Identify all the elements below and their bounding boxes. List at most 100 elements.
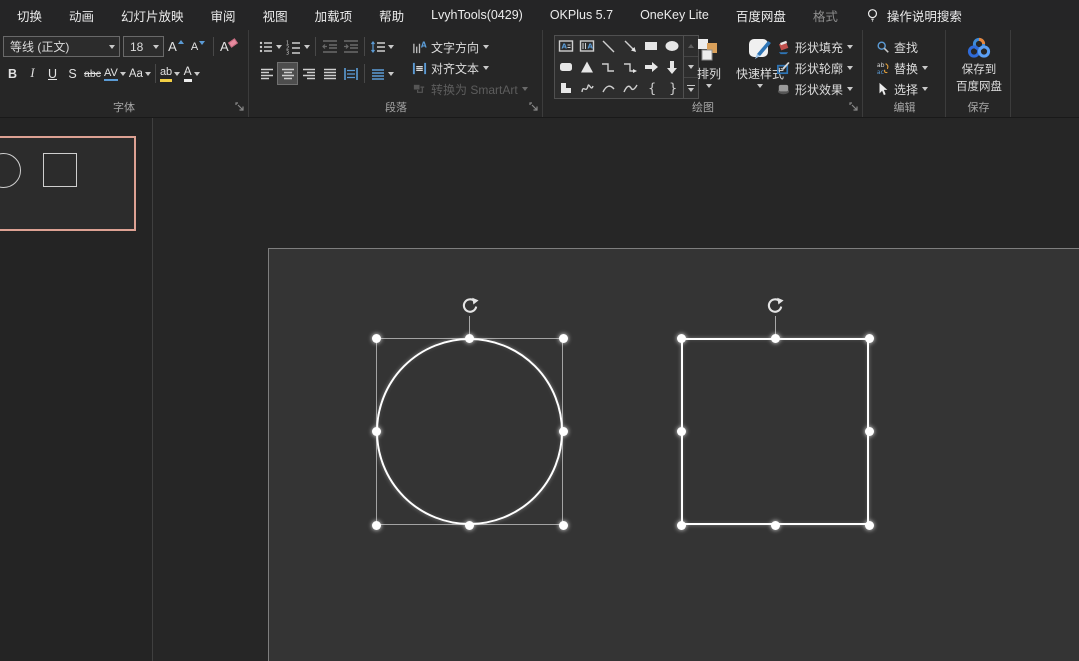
save-to-baidu-button[interactable]: 保存到 百度网盘 [951,36,1007,94]
oval-shape[interactable] [376,338,563,525]
gallery-shape-line[interactable] [598,36,619,57]
tab-slideshow[interactable]: 幻灯片放映 [121,6,184,25]
gallery-shape-triangle[interactable] [576,57,597,78]
align-right-button[interactable] [299,63,318,84]
gallery-shape-oval[interactable] [662,36,683,57]
bullets-button[interactable] [257,36,283,57]
resize-handle-se[interactable] [865,521,874,530]
font-size-combobox[interactable]: 18 [123,36,164,57]
shape-fill-button[interactable]: 形状填充 [776,37,853,57]
paragraph-dialog-launcher[interactable] [529,102,539,112]
replace-button[interactable]: ab ac 替换 [876,58,928,78]
editing-group: 查找 ab ac 替换 选择 [864,30,946,117]
shrink-font-button[interactable]: A [189,36,208,57]
text-highlight-color-button[interactable]: ab [159,63,181,84]
gallery-shape-vertical-text-box[interactable]: A [576,36,597,57]
tab-format[interactable]: 格式 [813,6,838,25]
italic-button[interactable]: I [23,63,42,84]
resize-handle-w[interactable] [372,427,381,436]
quick-styles-icon [746,37,774,63]
text-direction-button[interactable]: A 文字方向 [412,37,528,57]
editing-canvas[interactable] [154,118,1079,661]
underline-button[interactable]: U [43,63,62,84]
font-color-button[interactable]: A [182,63,201,84]
slide-canvas[interactable] [268,248,1079,661]
gallery-shape-arc[interactable] [598,77,619,98]
align-left-button[interactable] [257,63,276,84]
drawing-dialog-launcher[interactable] [849,102,859,112]
resize-handle-nw[interactable] [677,334,686,343]
gallery-shape-right-arrow[interactable] [640,57,661,78]
resize-handle-se[interactable] [559,521,568,530]
tab-lvyhtools[interactable]: LvyhTools(0429) [431,8,523,22]
gallery-shape-text-box[interactable]: A [555,36,576,57]
gallery-shape-corner[interactable] [555,77,576,98]
strikethrough-button[interactable]: abc [83,63,102,84]
resize-handle-nw[interactable] [372,334,381,343]
rotate-handle[interactable] [461,297,479,315]
character-spacing-button[interactable]: AV [103,63,127,84]
tab-onekey-lite[interactable]: OneKey Lite [640,8,709,22]
align-text-button[interactable]: 对齐文本 [412,58,528,78]
gallery-shape-elbow-arrow-connector[interactable] [619,57,640,78]
tab-transitions[interactable]: 切换 [17,6,42,25]
tab-help[interactable]: 帮助 [379,6,404,25]
resize-handle-sw[interactable] [372,521,381,530]
text-shadow-button[interactable]: S [63,63,82,84]
text-direction-icon: A [412,40,427,55]
resize-handle-s[interactable] [771,521,780,530]
tab-view[interactable]: 视图 [263,6,288,25]
lightbulb-icon [865,8,880,23]
distribute-text-button[interactable] [341,63,360,84]
gallery-shape-elbow-connector[interactable] [598,57,619,78]
tab-review[interactable]: 审阅 [211,6,236,25]
rotate-handle[interactable] [766,297,784,315]
font-dialog-launcher[interactable] [235,102,245,112]
tab-addins[interactable]: 加载项 [315,6,353,25]
arrange-button[interactable]: 排列 [690,37,728,88]
tell-me-search[interactable]: 操作说明搜索 [865,6,962,25]
slide-thumbnail-selected[interactable] [0,136,136,231]
shape-effects-button[interactable]: 形状效果 [776,79,853,99]
chevron-down-icon [304,45,310,49]
svg-text:{: { [648,81,656,96]
bold-button[interactable]: B [3,63,22,84]
tab-okplus[interactable]: OKPlus 5.7 [550,8,613,22]
select-button[interactable]: 选择 [876,79,928,99]
font-name-combobox[interactable]: 等线 (正文) [3,36,120,57]
line-spacing-button[interactable] [369,36,395,57]
paragraph-group: 1 2 3 [250,30,543,117]
clear-formatting-button[interactable]: A [219,36,240,57]
gallery-shape-left-brace[interactable]: { [640,77,661,98]
decrease-indent-button[interactable] [320,36,339,57]
tab-animations[interactable]: 动画 [69,6,94,25]
gallery-shape-arrow[interactable] [619,36,640,57]
chevron-down-icon [706,84,712,88]
rectangle-shape[interactable] [681,338,869,525]
numbering-button[interactable]: 1 2 3 [285,36,311,57]
resize-handle-e[interactable] [865,427,874,436]
gallery-shape-right-brace[interactable]: } [662,77,683,98]
shape-outline-button[interactable]: 形状轮廓 [776,58,853,78]
gallery-shape-rectangle[interactable] [640,36,661,57]
increase-indent-button[interactable] [341,36,360,57]
tab-baidu-netdisk[interactable]: 百度网盘 [736,6,786,25]
resize-handle-w[interactable] [677,427,686,436]
resize-handle-n[interactable] [465,334,474,343]
gallery-shape-curve[interactable] [619,77,640,98]
resize-handle-ne[interactable] [865,334,874,343]
resize-handle-sw[interactable] [677,521,686,530]
change-case-button[interactable]: Aa [128,63,152,84]
find-button[interactable]: 查找 [876,37,928,57]
align-center-button[interactable] [278,63,297,84]
resize-handle-s[interactable] [465,521,474,530]
resize-handle-ne[interactable] [559,334,568,343]
gallery-shape-down-arrow[interactable] [662,57,683,78]
resize-handle-n[interactable] [771,334,780,343]
gallery-shape-rounded-rectangle[interactable] [555,57,576,78]
gallery-shape-scribble[interactable] [576,77,597,98]
columns-button[interactable] [369,63,395,84]
justify-button[interactable] [320,63,339,84]
grow-font-button[interactable]: A [167,36,186,57]
resize-handle-e[interactable] [559,427,568,436]
